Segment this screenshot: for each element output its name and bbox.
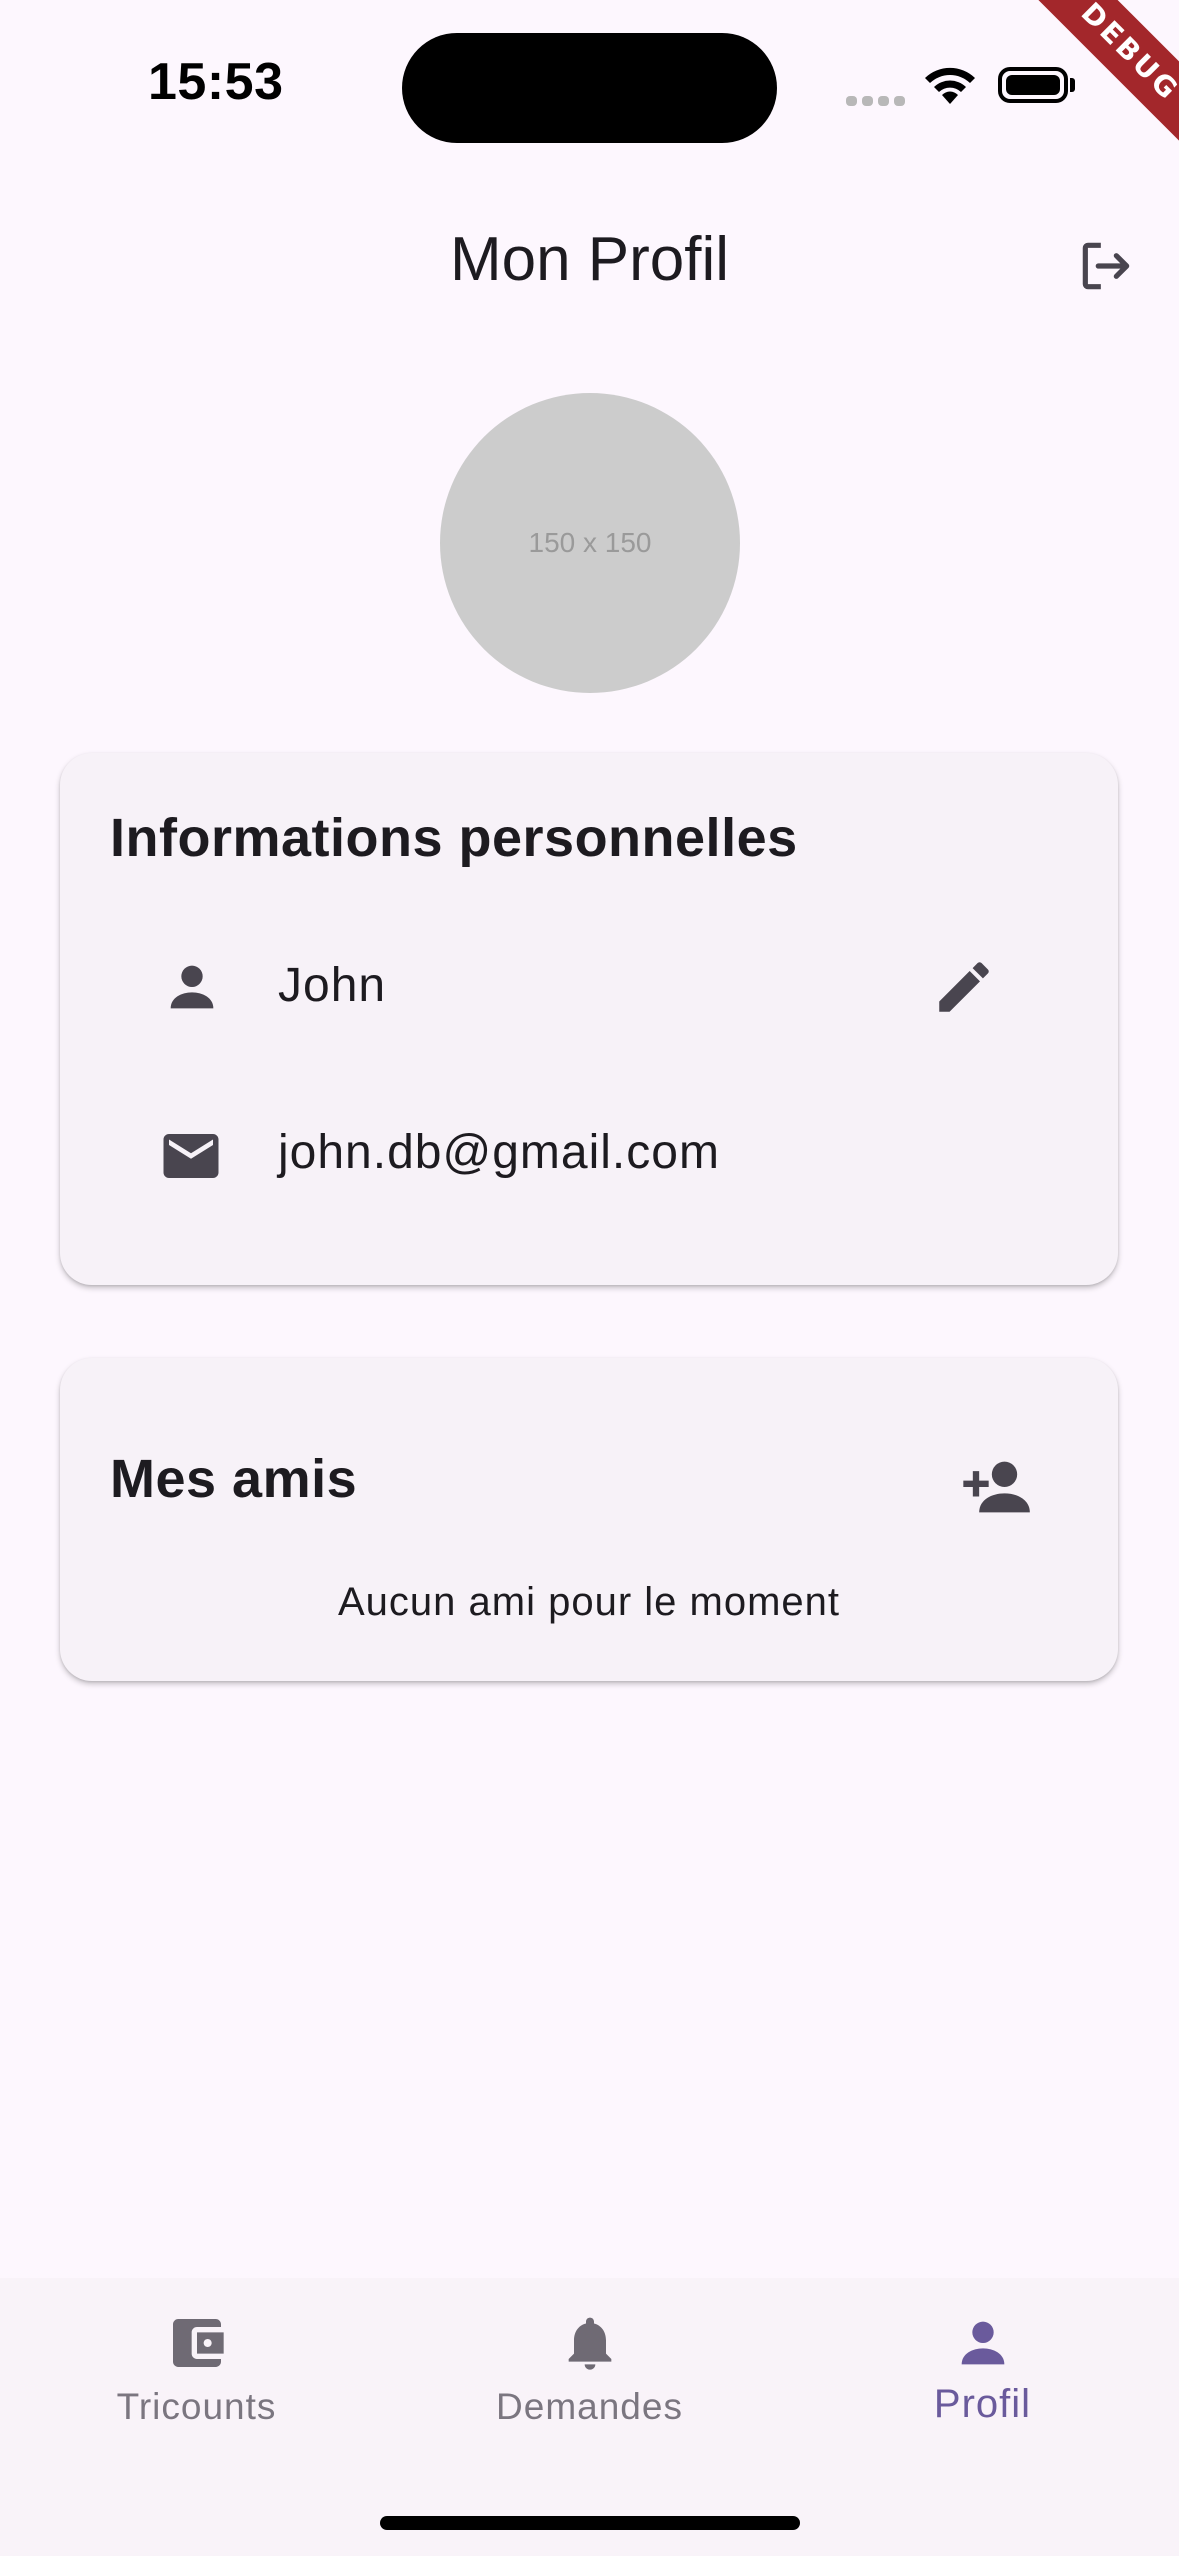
nav-label-profil: Profil	[933, 2382, 1032, 2426]
bell-icon	[555, 2308, 625, 2378]
battery-icon	[998, 67, 1068, 103]
cellular-signal-icon	[846, 96, 906, 106]
page-title: Mon Profil	[449, 225, 730, 294]
user-name: John	[278, 959, 387, 1012]
nav-label-demandes: Demandes	[496, 2386, 683, 2427]
home-indicator	[380, 2516, 800, 2530]
friends-card: Mes amis Aucun ami pour le moment	[60, 1358, 1118, 1681]
wifi-icon	[922, 64, 978, 111]
friends-empty-message: Aucun ami pour le moment	[337, 1580, 840, 1624]
edit-icon	[939, 962, 989, 1012]
dynamic-island	[402, 33, 777, 143]
person-icon	[948, 2308, 1018, 2378]
battery-cap	[1070, 78, 1075, 92]
nav-item-demandes[interactable]: Demandes	[393, 2278, 786, 2478]
personal-info-card: Informations personnelles John john.db@g…	[60, 753, 1118, 1285]
friends-title: Mes amis	[110, 1449, 358, 1509]
nav-label-tricounts: Tricounts	[116, 2386, 277, 2427]
logout-icon	[1082, 242, 1130, 290]
nav-item-tricounts[interactable]: Tricounts	[0, 2278, 393, 2478]
mail-icon	[158, 1123, 224, 1189]
person-icon	[160, 955, 224, 1019]
nav-item-profil[interactable]: Profil	[786, 2278, 1179, 2478]
person-add-icon	[963, 1461, 1030, 1513]
bottom-navigation: Tricounts Demandes Profil	[0, 2278, 1179, 2556]
status-time: 15:53	[148, 53, 284, 111]
wallet-icon	[162, 2308, 232, 2378]
add-friend-button[interactable]	[950, 1442, 1040, 1532]
personal-info-title: Informations personnelles	[110, 808, 798, 868]
edit-name-button[interactable]	[926, 949, 1002, 1025]
user-email: john.db@gmail.com	[278, 1126, 720, 1179]
logout-button[interactable]	[1066, 226, 1146, 306]
avatar-placeholder-text: 150 x 150	[528, 527, 652, 558]
avatar[interactable]: 150 x 150	[440, 393, 740, 693]
